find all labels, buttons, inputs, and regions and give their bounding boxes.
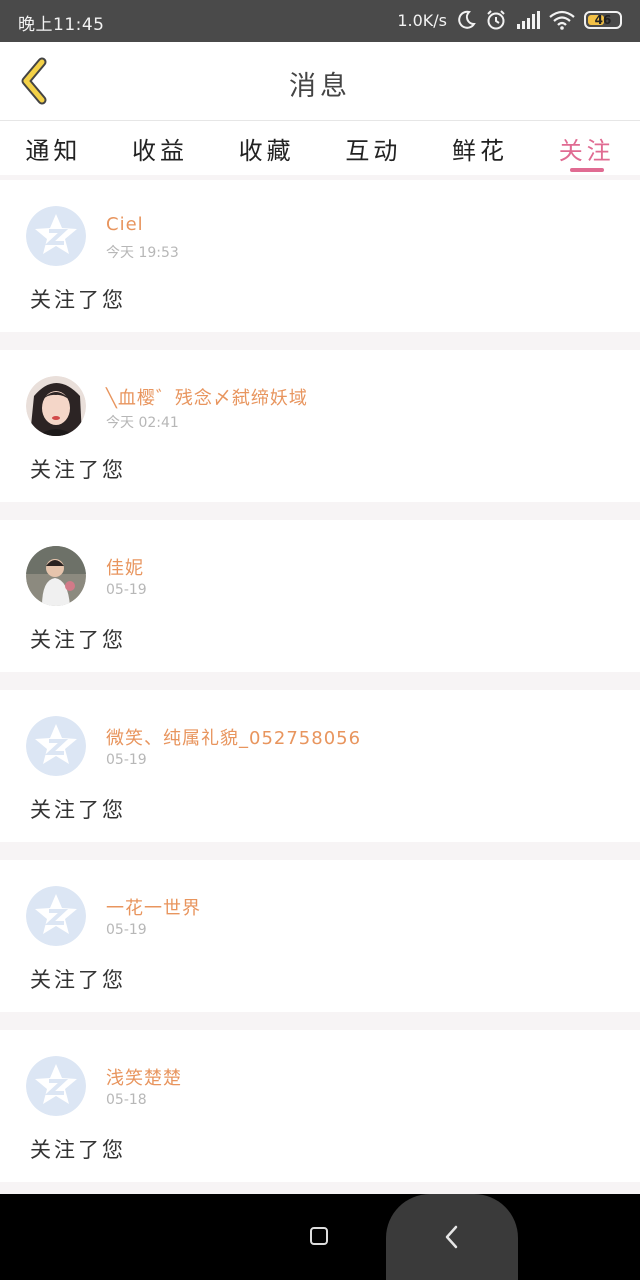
notification-message: 关注了您 — [30, 968, 126, 992]
header: 消息 — [0, 42, 640, 121]
notification-message: 关注了您 — [30, 628, 126, 652]
tab-flowers[interactable]: 鲜花 — [427, 121, 534, 175]
default-avatar[interactable] — [26, 206, 86, 266]
notification-time: 05-18 — [106, 1092, 147, 1108]
notification-time: 今天 19:53 — [106, 245, 179, 261]
active-tab-indicator — [569, 168, 604, 172]
tab-notifications[interactable]: 通知 — [0, 121, 107, 175]
notification-card[interactable]: 一花一世界 05-19 关注了您 — [0, 860, 640, 1012]
system-nav-bar — [0, 1194, 640, 1280]
username-link[interactable]: Ciel — [106, 214, 144, 235]
default-avatar[interactable] — [26, 716, 86, 776]
status-icons: 1.0K/s 46 — [397, 9, 622, 31]
notification-time: 05-19 — [106, 582, 147, 598]
moon-icon — [458, 10, 476, 29]
username-link[interactable]: 一花一世界 — [106, 894, 201, 920]
photo-avatar-woman[interactable] — [26, 376, 86, 436]
tab-interactions[interactable]: 互动 — [320, 121, 427, 175]
tab-follows-label: 关注 — [558, 137, 615, 165]
notification-card[interactable]: 微笑、纯属礼貌_052758056 05-19 关注了您 — [0, 690, 640, 842]
notification-card[interactable]: ╲血樱゛残念〆弑缔妖域 今天 02:41 关注了您 — [0, 350, 640, 502]
battery-level: 46 — [594, 13, 612, 27]
battery-icon: 46 — [584, 11, 622, 29]
username-link[interactable]: 佳妮 — [106, 554, 144, 580]
back-arrow-icon — [445, 1225, 458, 1249]
home-square-icon[interactable] — [310, 1227, 328, 1245]
page-title: 消息 — [289, 71, 351, 102]
notification-time: 今天 02:41 — [106, 415, 179, 431]
default-avatar[interactable] — [26, 1056, 86, 1116]
username-link[interactable]: 微笑、纯属礼貌_052758056 — [106, 724, 361, 750]
notification-time: 05-19 — [106, 922, 147, 938]
signal-icon — [517, 11, 540, 29]
notification-message: 关注了您 — [30, 798, 126, 822]
notification-message: 关注了您 — [30, 1138, 126, 1162]
notification-card[interactable]: 浅笑楚楚 05-18 关注了您 — [0, 1030, 640, 1182]
tab-favorites[interactable]: 收藏 — [213, 121, 320, 175]
username-link[interactable]: ╲血樱゛残念〆弑缔妖域 — [106, 384, 308, 410]
photo-avatar-child[interactable] — [26, 546, 86, 606]
status-time: 晚上11:45 — [18, 15, 105, 35]
tab-follows[interactable]: 关注 — [533, 121, 640, 175]
tab-bar: 通知 收益 收藏 互动 鲜花 关注 — [0, 121, 640, 175]
notification-card[interactable]: Ciel 今天 19:53 关注了您 — [0, 180, 640, 332]
notification-card[interactable]: 佳妮 05-19 关注了您 — [0, 520, 640, 672]
notification-message: 关注了您 — [30, 458, 126, 482]
network-speed: 1.0K/s — [397, 10, 447, 30]
alarm-icon — [487, 10, 505, 30]
nav-back-button[interactable] — [386, 1194, 518, 1280]
wifi-icon — [549, 10, 575, 30]
tab-earnings[interactable]: 收益 — [107, 121, 214, 175]
notification-message: 关注了您 — [30, 288, 126, 312]
default-avatar[interactable] — [26, 886, 86, 946]
notification-time: 05-19 — [106, 752, 147, 768]
username-link[interactable]: 浅笑楚楚 — [106, 1064, 182, 1090]
status-bar: 晚上11:45 1.0K/s 46 — [0, 0, 640, 42]
